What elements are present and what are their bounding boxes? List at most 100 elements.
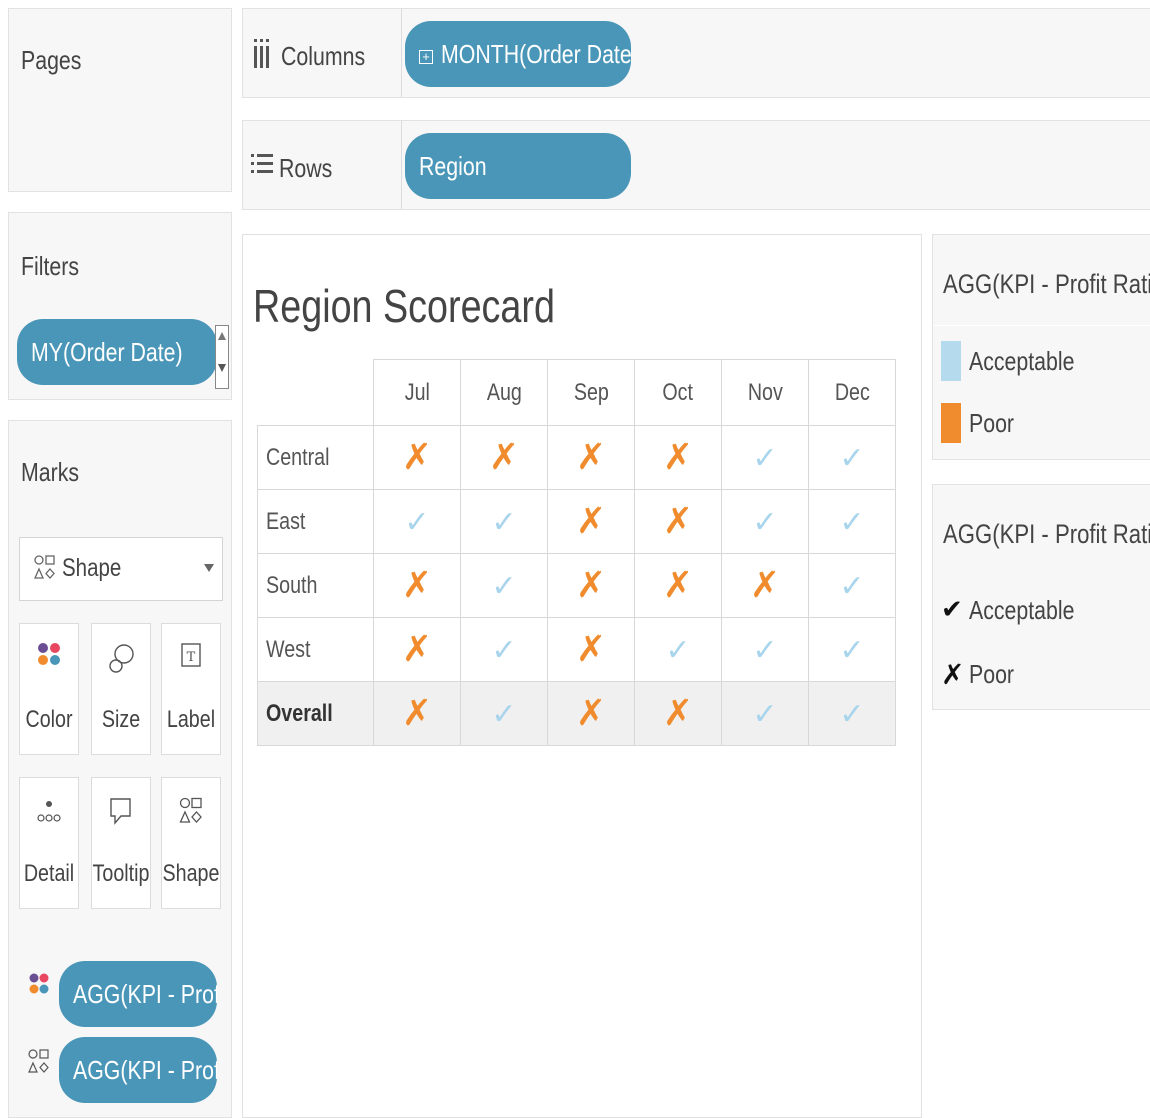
- label-button[interactable]: T Label: [161, 623, 221, 755]
- shape-field-pill[interactable]: AGG(KPI - Prof..: [59, 1037, 217, 1103]
- poor-x-icon: ✗: [401, 565, 433, 606]
- kpi-mark-cell[interactable]: ✓: [373, 489, 461, 554]
- poor-x-icon: ✗: [575, 629, 607, 670]
- column-header-dec[interactable]: Dec: [808, 359, 896, 426]
- corner-cell: [257, 359, 374, 426]
- poor-x-icon: ✗: [662, 501, 694, 542]
- acceptable-check-icon: ✓: [665, 633, 691, 668]
- chevron-down-icon[interactable]: [204, 564, 214, 572]
- kpi-mark-cell[interactable]: ✓: [460, 617, 548, 682]
- color-legend-acceptable[interactable]: Acceptable: [941, 341, 1098, 381]
- kpi-mark-cell[interactable]: ✗: [373, 425, 461, 490]
- column-header-nov[interactable]: Nov: [721, 359, 809, 426]
- column-header-sep[interactable]: Sep: [547, 359, 635, 426]
- color-legend-poor[interactable]: Poor: [941, 403, 1024, 443]
- kpi-mark-cell[interactable]: ✓: [808, 617, 896, 682]
- columns-pill-month-order-date[interactable]: + MONTH(Order Date): [405, 21, 631, 87]
- row-header[interactable]: South: [257, 553, 374, 618]
- kpi-mark-cell[interactable]: ✗: [547, 489, 635, 554]
- acceptable-check-icon: ✓: [839, 441, 865, 476]
- rows-pill-region[interactable]: Region: [405, 133, 631, 199]
- scroll-up-icon[interactable]: [218, 332, 226, 340]
- kpi-mark-cell[interactable]: ✗: [547, 617, 635, 682]
- kpi-mark-cell[interactable]: ✗: [634, 553, 722, 618]
- table-row: East ✓ ✓ ✗ ✗ ✓ ✓: [257, 489, 896, 554]
- color-button[interactable]: Color: [19, 623, 79, 755]
- color-field-pill[interactable]: AGG(KPI - Prof..: [59, 961, 217, 1027]
- detail-button-label: Detail: [23, 860, 75, 887]
- row-header[interactable]: East: [257, 489, 374, 554]
- acceptable-check-icon: ✓: [752, 441, 778, 476]
- color-legend[interactable]: AGG(KPI - Profit Ratio) Acceptable Poor: [932, 234, 1150, 460]
- poor-x-icon: ✗: [749, 565, 781, 606]
- kpi-mark-cell[interactable]: ✓: [721, 681, 809, 746]
- kpi-mark-cell[interactable]: ✗: [373, 681, 461, 746]
- expand-icon[interactable]: +: [419, 50, 433, 64]
- poor-x-icon: ✗: [575, 501, 607, 542]
- mark-type-dropdown[interactable]: Shape: [19, 537, 223, 601]
- tooltip-button[interactable]: Tooltip: [91, 777, 151, 909]
- mark-type-label: Shape: [62, 554, 122, 582]
- kpi-mark-cell[interactable]: ✓: [721, 617, 809, 682]
- kpi-mark-cell[interactable]: ✓: [460, 489, 548, 554]
- row-header[interactable]: Overall: [257, 681, 374, 746]
- kpi-mark-cell[interactable]: ✓: [460, 681, 548, 746]
- column-header-oct[interactable]: Oct: [634, 359, 722, 426]
- kpi-mark-cell[interactable]: ✓: [721, 425, 809, 490]
- row-header[interactable]: Central: [257, 425, 374, 490]
- scroll-down-icon[interactable]: [218, 364, 226, 372]
- kpi-mark-cell[interactable]: ✗: [373, 617, 461, 682]
- columns-shelf[interactable]: Columns + MONTH(Order Date): [242, 8, 1150, 98]
- kpi-mark-cell[interactable]: ✓: [721, 489, 809, 554]
- kpi-mark-cell[interactable]: ✗: [634, 489, 722, 554]
- poor-x-icon: ✗: [488, 437, 520, 478]
- svg-text:T: T: [187, 650, 196, 665]
- kpi-mark-cell[interactable]: ✓: [808, 489, 896, 554]
- acceptable-check-icon: ✓: [752, 697, 778, 732]
- shape-legend-poor[interactable]: ✗ Poor: [941, 657, 1024, 691]
- kpi-mark-cell[interactable]: ✗: [547, 681, 635, 746]
- color-button-label: Color: [25, 706, 73, 733]
- kpi-mark-cell[interactable]: ✗: [460, 425, 548, 490]
- kpi-mark-cell[interactable]: ✗: [547, 425, 635, 490]
- rows-shelf[interactable]: Rows Region: [242, 120, 1150, 210]
- size-button[interactable]: Size: [91, 623, 151, 755]
- pages-panel[interactable]: Pages: [8, 8, 232, 192]
- detail-button[interactable]: Detail: [19, 777, 79, 909]
- shape-legend-acceptable[interactable]: ✔ Acceptable: [941, 593, 1098, 626]
- acceptable-check-icon: ✓: [839, 505, 865, 540]
- acceptable-check-icon: ✓: [491, 633, 517, 668]
- poor-x-icon: ✗: [575, 693, 607, 734]
- kpi-mark-cell[interactable]: ✓: [808, 553, 896, 618]
- poor-x-icon: ✗: [401, 693, 433, 734]
- size-icon: [109, 644, 134, 673]
- acceptable-check-icon: ✓: [839, 697, 865, 732]
- filter-scrollbar[interactable]: [215, 325, 229, 389]
- filter-pill-order-date[interactable]: MY(Order Date): [17, 319, 217, 385]
- kpi-mark-cell[interactable]: ✗: [634, 681, 722, 746]
- kpi-mark-cell[interactable]: ✗: [721, 553, 809, 618]
- detail-icon: [37, 801, 61, 822]
- acceptable-check-icon: ✓: [752, 633, 778, 668]
- kpi-mark-cell[interactable]: ✓: [808, 681, 896, 746]
- view-title: Region Scorecard: [253, 280, 555, 332]
- kpi-mark-cell[interactable]: ✗: [373, 553, 461, 618]
- acceptable-check-icon: ✓: [491, 569, 517, 604]
- kpi-mark-cell[interactable]: ✓: [460, 553, 548, 618]
- kpi-mark-cell[interactable]: ✗: [634, 425, 722, 490]
- column-header-aug[interactable]: Aug: [460, 359, 548, 426]
- kpi-mark-cell[interactable]: ✓: [634, 617, 722, 682]
- shape-button[interactable]: Shape: [161, 777, 221, 909]
- kpi-mark-cell[interactable]: ✗: [547, 553, 635, 618]
- column-header-jul[interactable]: Jul: [373, 359, 461, 426]
- shape-legend[interactable]: AGG(KPI - Profit Ratio) ✔ Acceptable ✗ Poo…: [932, 484, 1150, 710]
- marks-title: Marks: [21, 457, 80, 487]
- kpi-mark-cell[interactable]: ✓: [808, 425, 896, 490]
- color-icon: [29, 973, 49, 994]
- acceptable-check-icon: ✓: [491, 505, 517, 540]
- row-header[interactable]: West: [257, 617, 374, 682]
- label-icon: T: [181, 643, 201, 667]
- checkmark-icon: ✔: [941, 595, 963, 626]
- acceptable-check-icon: ✓: [839, 633, 865, 668]
- swatch-acceptable: [941, 341, 961, 381]
